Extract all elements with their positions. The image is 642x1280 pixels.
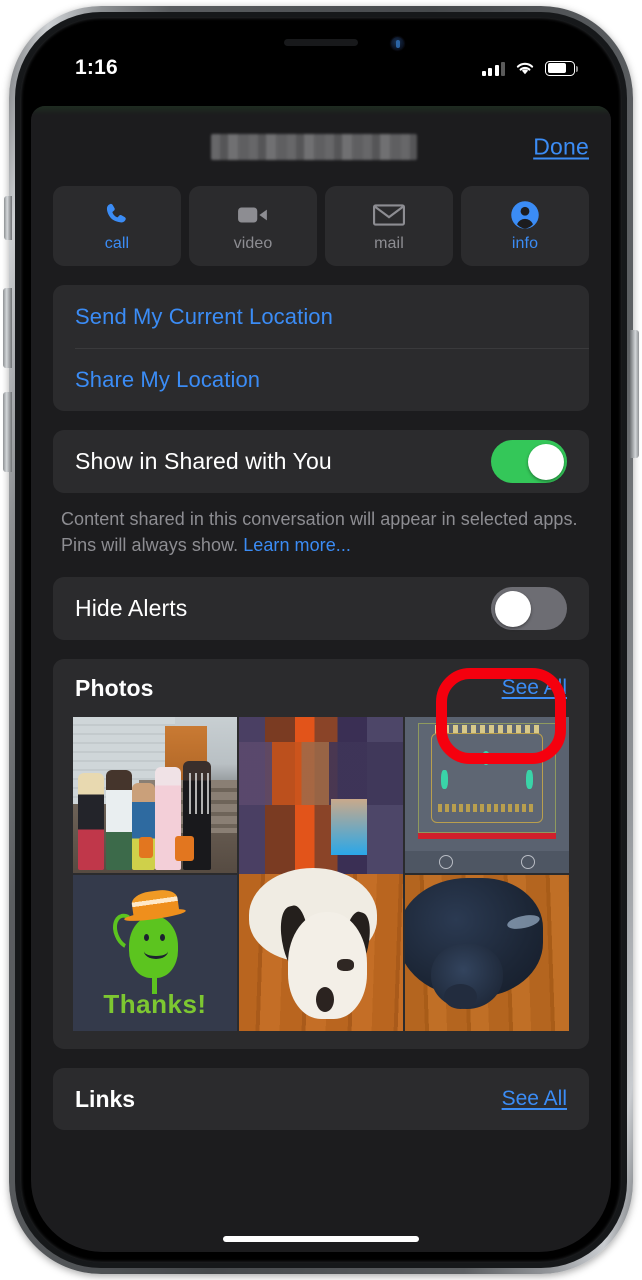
photo-thumbnail[interactable]: Thanks! [73,875,237,1032]
show-in-shared-with-you-row[interactable]: Show in Shared with You [53,430,589,493]
location-card: Send My Current Location Share My Locati… [53,285,589,411]
show-in-shared-with-you-label: Show in Shared with You [75,448,332,474]
hide-alerts-card: Hide Alerts [53,577,589,641]
share-my-location-label: Share My Location [75,366,261,392]
photos-see-all-button[interactable]: See All [502,676,567,700]
shared-with-you-footnote: Content shared in this conversation will… [53,493,589,558]
learn-more-link[interactable]: Learn more... [243,535,351,555]
screenshot-stage: 1:16 Done call video mail info Send My C… [0,0,642,1280]
envelope-icon [373,200,405,230]
done-button[interactable]: Done [533,134,589,161]
photo-thumbnail[interactable] [405,717,569,874]
wifi-icon [516,62,534,75]
show-in-shared-with-you-toggle[interactable] [491,440,567,483]
share-my-location-row[interactable]: Share My Location [53,348,589,411]
earpiece-speaker-icon [284,39,358,46]
status-bar-clock: 1:16 [75,56,118,79]
hide-alerts-row[interactable]: Hide Alerts [53,577,589,640]
photos-title: Photos [75,674,154,701]
battery-icon [545,60,579,76]
info-button[interactable]: info [461,186,589,266]
person-circle-icon [510,200,540,230]
call-button-label: call [104,234,130,252]
links-header: Links See All [53,1068,589,1130]
video-button[interactable]: video [189,186,317,266]
send-current-location-label: Send My Current Location [75,303,333,329]
photos-grid: Thanks! [53,717,589,1032]
contact-name-redacted [211,134,417,160]
front-camera-icon [391,37,404,50]
sheet-header: Done [53,110,589,184]
quick-actions-row: call video mail info [53,186,589,266]
video-button-label: video [233,234,273,252]
send-current-location-row[interactable]: Send My Current Location [53,285,589,348]
links-title: Links [75,1085,136,1112]
links-card: Links See All [53,1068,589,1131]
photo-thumbnail[interactable] [73,717,237,874]
contact-details-sheet: Done call video mail info Send My Curren… [31,106,611,1252]
cellular-bars-icon [481,61,505,76]
volume-up-button[interactable] [3,288,12,368]
power-button[interactable] [630,330,639,458]
photo-thumbnail[interactable] [239,717,403,1032]
mail-button-label: mail [374,234,404,252]
shared-with-you-card: Show in Shared with You [53,430,589,493]
volume-down-button[interactable] [3,392,12,472]
thanks-sticker-caption: Thanks! [103,989,207,1020]
phone-icon [102,200,132,230]
phone-screen: 1:16 Done call video mail info Send My C… [31,28,611,1252]
links-see-all-button[interactable]: See All [502,1087,567,1111]
status-bar-indicators [481,60,579,76]
info-button-label: info [511,234,539,252]
call-button[interactable]: call [53,186,181,266]
video-camera-icon [237,200,269,230]
hide-alerts-toggle[interactable] [491,587,567,631]
toggle-knob [527,443,564,480]
mail-button[interactable]: mail [325,186,453,266]
notch [214,28,428,62]
photos-card: Photos See All Thanks! [53,659,589,1050]
hide-alerts-label: Hide Alerts [75,595,188,622]
mute-switch-button[interactable] [4,196,12,240]
photo-thumbnail[interactable] [405,875,569,1032]
home-indicator[interactable] [223,1236,419,1242]
toggle-knob [494,590,531,627]
photos-header: Photos See All [53,659,589,717]
